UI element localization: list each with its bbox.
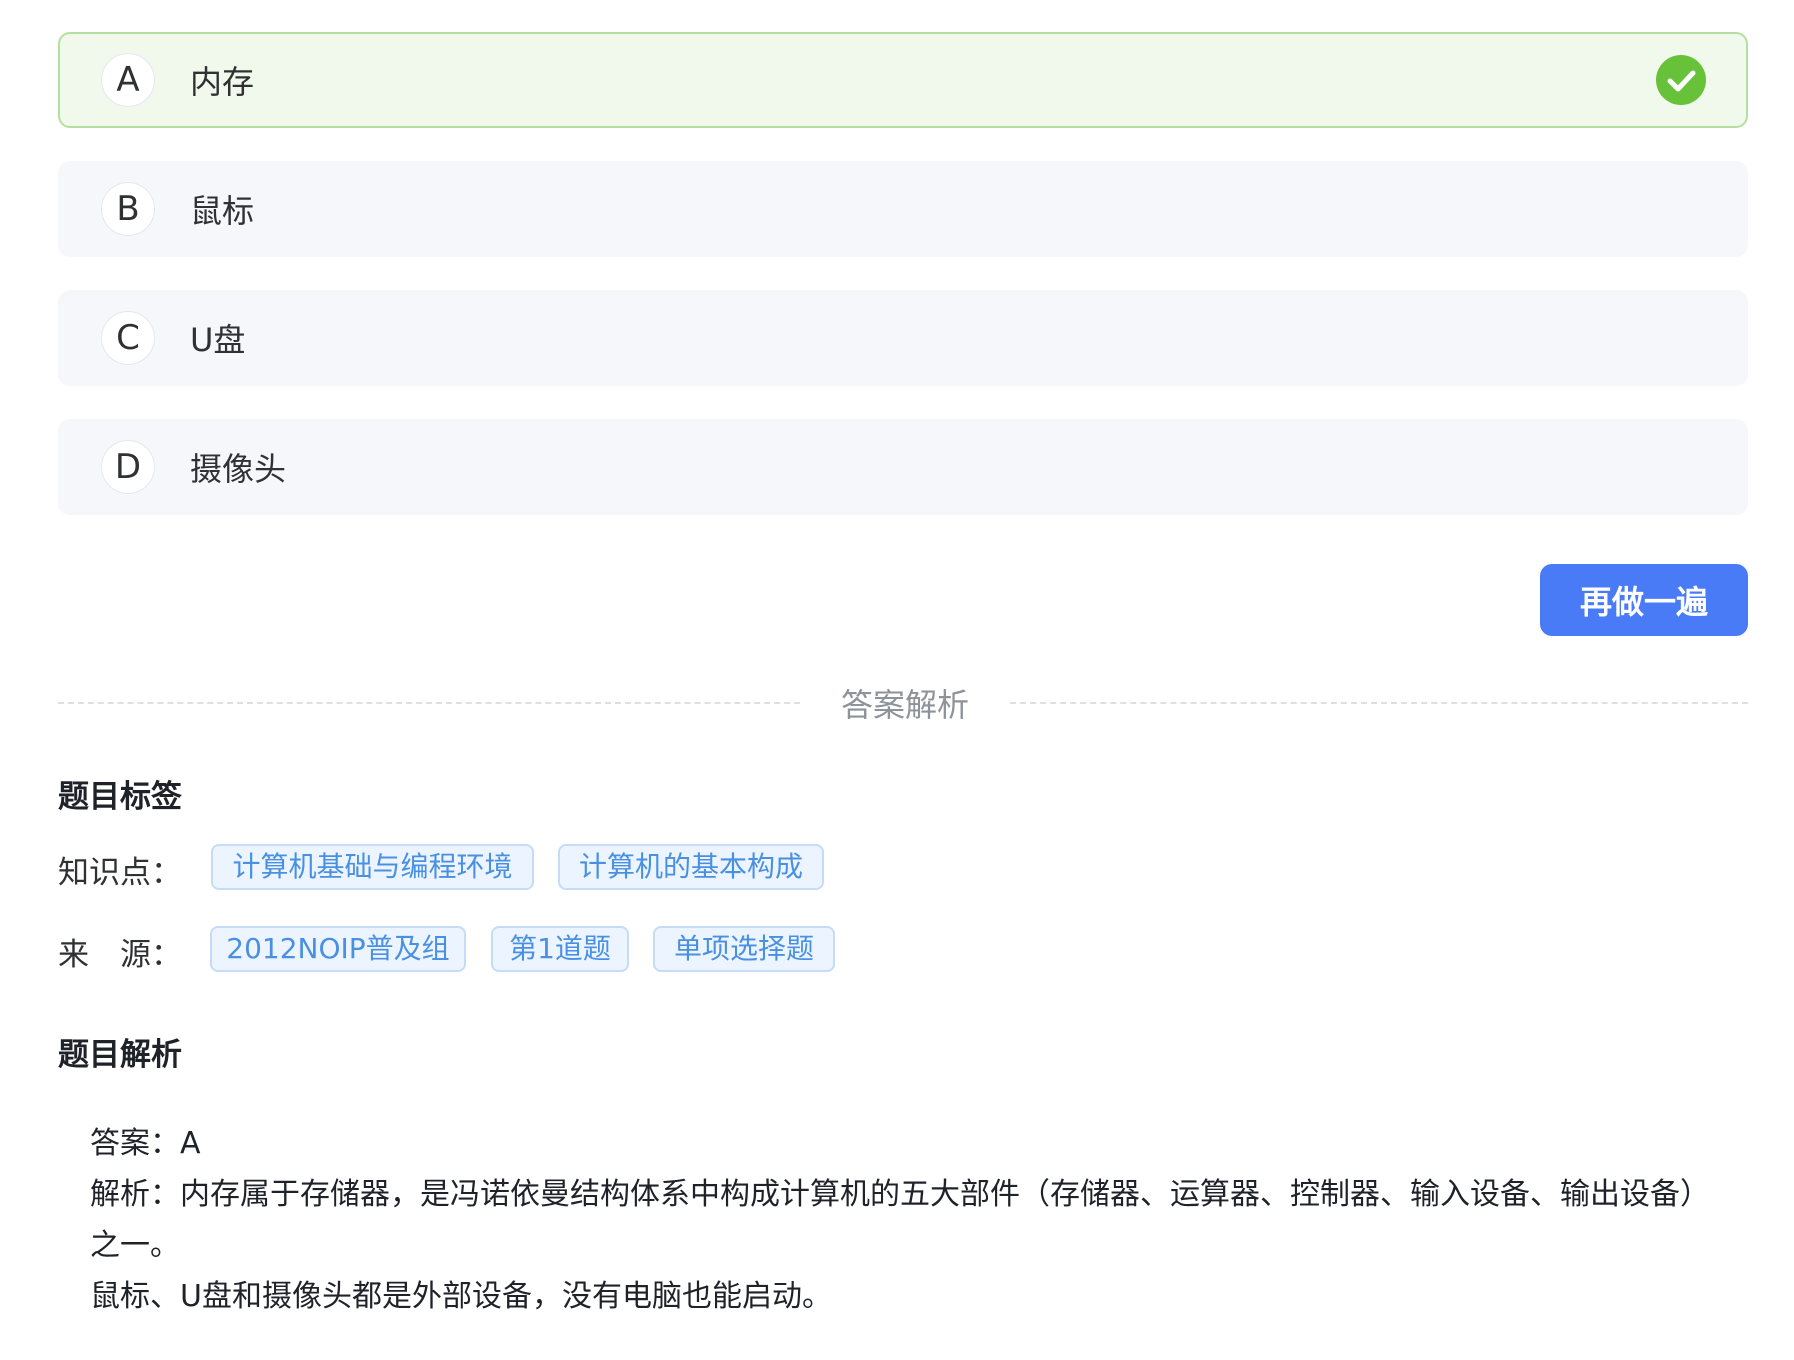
option-text: 内存: [190, 63, 255, 101]
option-c[interactable]: C U盘: [58, 290, 1748, 386]
knowledge-tag[interactable]: 计算机基础与编程环境: [211, 844, 534, 890]
source-tag[interactable]: 2012NOIP普及组: [210, 926, 466, 972]
option-text: U盘: [190, 321, 246, 359]
answer-line: 答案：A: [90, 1126, 201, 1161]
source-tag[interactable]: 单项选择题: [653, 926, 835, 972]
divider-line-left: [58, 702, 800, 704]
option-letter: A: [102, 54, 154, 106]
redo-button[interactable]: 再做一遍: [1540, 564, 1748, 636]
option-letter: C: [102, 312, 154, 364]
option-d[interactable]: D 摄像头: [58, 419, 1748, 515]
source-label: 来 源：: [58, 937, 182, 973]
analysis-section-title: 题目解析: [58, 1037, 182, 1073]
tags-section-title: 题目标签: [58, 779, 182, 815]
knowledge-label: 知识点：: [58, 855, 182, 891]
option-letter: D: [102, 441, 154, 493]
analysis-content: 答案：A 解析：内存属于存储器，是冯诺依曼结构体系中构成计算机的五大部件（存储器…: [90, 1118, 1710, 1322]
question-page: A 内存 B 鼠标 C U盘 D 摄像头 再做一遍 答案解析 题目标签 知识点：…: [0, 0, 1794, 1360]
option-text: 鼠标: [190, 192, 255, 230]
check-circle-icon: [1656, 55, 1706, 105]
extra-line: 鼠标、U盘和摄像头都是外部设备，没有电脑也能启动。: [90, 1279, 832, 1314]
option-a[interactable]: A 内存: [58, 32, 1748, 128]
option-letter: B: [102, 183, 154, 235]
source-tag[interactable]: 第1道题: [491, 926, 629, 972]
knowledge-tag[interactable]: 计算机的基本构成: [558, 844, 824, 890]
divider-title: 答案解析: [840, 686, 969, 724]
divider-line-right: [1010, 702, 1748, 704]
option-b[interactable]: B 鼠标: [58, 161, 1748, 257]
option-text: 摄像头: [190, 450, 287, 488]
explanation-line: 解析：内存属于存储器，是冯诺依曼结构体系中构成计算机的五大部件（存储器、运算器、…: [90, 1177, 1710, 1263]
